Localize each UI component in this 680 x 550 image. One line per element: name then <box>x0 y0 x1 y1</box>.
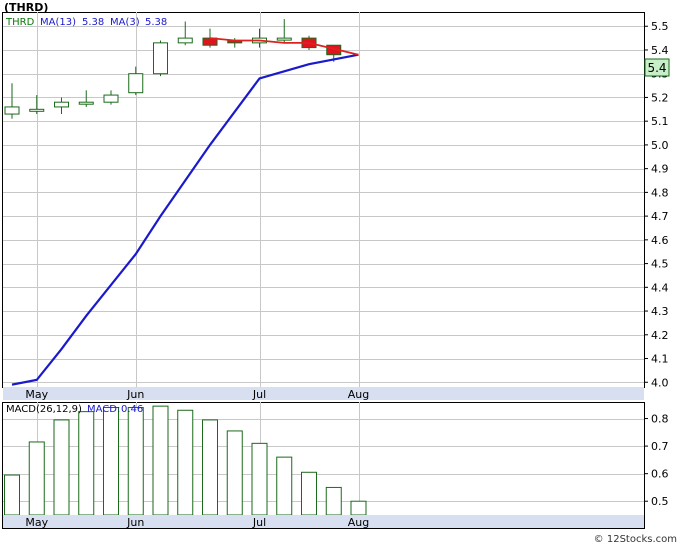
macd-y-axis: 0.5 0.6 0.7 0.8 <box>644 413 669 508</box>
macd-x-tick-label: Jun <box>126 516 144 529</box>
watermark: © 12Stocks.com <box>594 534 677 545</box>
legend-ma13-value: 5.38 <box>82 17 104 28</box>
price-y-tick-label: 5.1 <box>651 115 669 128</box>
macd-legend-label: MACD(26,12,9) <box>6 404 82 415</box>
price-y-tick-label: 4.1 <box>651 353 669 366</box>
macd-legend-value: 0.46 <box>121 404 143 415</box>
candle-body <box>128 73 144 94</box>
macd-bar <box>301 471 317 516</box>
price-y-tick-label: 5.4 <box>651 44 669 57</box>
price-y-tick-label: 5.2 <box>651 91 669 104</box>
macd-bar <box>350 500 367 516</box>
legend-ma3-label: MA(3) <box>110 17 140 28</box>
candle-body <box>78 101 94 105</box>
legend-ticker: THRD <box>5 17 35 28</box>
macd-bar <box>78 411 95 516</box>
macd-bar <box>202 419 218 516</box>
macd-bar <box>103 407 119 516</box>
last-price-marker: 5.4 <box>644 58 670 77</box>
price-panel-frame <box>2 12 645 388</box>
price-y-tick-label: 4.7 <box>651 210 669 223</box>
price-x-tick-label: May <box>25 388 48 401</box>
macd-bar <box>251 442 268 516</box>
price-y-tick-label: 4.6 <box>651 234 669 247</box>
macd-x-tick-label: Jul <box>252 516 266 529</box>
macd-panel-frame <box>2 402 645 529</box>
candle <box>153 40 168 77</box>
macd-bar <box>28 441 45 516</box>
price-y-tick-label: 5.0 <box>651 139 669 152</box>
price-y-tick-label: 4.9 <box>651 163 669 176</box>
legend-ma3-value: 5.38 <box>145 17 167 28</box>
macd-bar <box>325 486 342 516</box>
macd-bar <box>53 419 70 516</box>
price-y-tick-label: 4.0 <box>651 376 669 389</box>
price-y-tick-label: 4.5 <box>651 258 669 271</box>
macd-panel: 0.5 0.6 0.7 0.8 May Jun Jul Aug MACD(26,12,9) … <box>2 402 669 529</box>
macd-bar <box>127 407 144 516</box>
macd-bar <box>177 409 194 516</box>
price-date-bar <box>3 387 644 400</box>
price-y-tick-label: 4.2 <box>651 329 669 342</box>
macd-bar <box>226 430 243 516</box>
macd-date-bar <box>3 515 644 528</box>
macd-legend: MACD(26,12,9) MACD: 0.46 <box>6 404 143 415</box>
last-price-label: 5.4 <box>647 61 666 75</box>
stock-chart: 4.0 4.1 4.2 4.3 4.4 4.5 4.6 4.7 4.8 4.9 5.0 5.1 5.2 5… <box>0 0 680 546</box>
candle-body <box>4 106 20 115</box>
macd-bar <box>276 456 293 516</box>
candle-body <box>29 108 45 112</box>
price-y-tick-label: 4.3 <box>651 305 669 318</box>
macd-bar <box>4 474 20 516</box>
price-y-tick-label: 5.5 <box>651 20 669 33</box>
candle-body <box>153 42 168 75</box>
macd-y-tick-label: 0.5 <box>651 495 669 508</box>
chart-canvas: 4.0 4.1 4.2 4.3 4.4 4.5 4.6 4.7 4.8 4.9 5.0 5.1 5.2 5… <box>2 1 677 545</box>
candle-body <box>54 101 69 108</box>
price-x-tick-label: Aug <box>348 388 369 401</box>
legend-ma13-label: MA(13) <box>40 17 76 28</box>
price-y-tick-label: 4.4 <box>651 281 669 294</box>
price-y-tick-label: 4.8 <box>651 186 669 199</box>
macd-bar <box>152 405 169 516</box>
price-x-tick-label: Jul <box>252 388 266 401</box>
macd-y-tick-label: 0.7 <box>651 440 669 453</box>
chart-title: (THRD) <box>4 1 48 14</box>
price-panel: 4.0 4.1 4.2 4.3 4.4 4.5 4.6 4.7 4.8 4.9 5.0 5.1 5.2 5… <box>2 12 670 401</box>
macd-x-tick-label: May <box>25 516 48 529</box>
candle-body <box>276 37 292 41</box>
macd-legend-value-label: MACD: <box>87 404 120 415</box>
macd-x-tick-label: Aug <box>348 516 369 529</box>
macd-y-tick-label: 0.8 <box>651 413 669 426</box>
candle-body <box>177 37 193 44</box>
price-x-tick-label: Jun <box>126 388 144 401</box>
candle-body <box>103 94 119 103</box>
macd-y-tick-label: 0.6 <box>651 468 669 481</box>
